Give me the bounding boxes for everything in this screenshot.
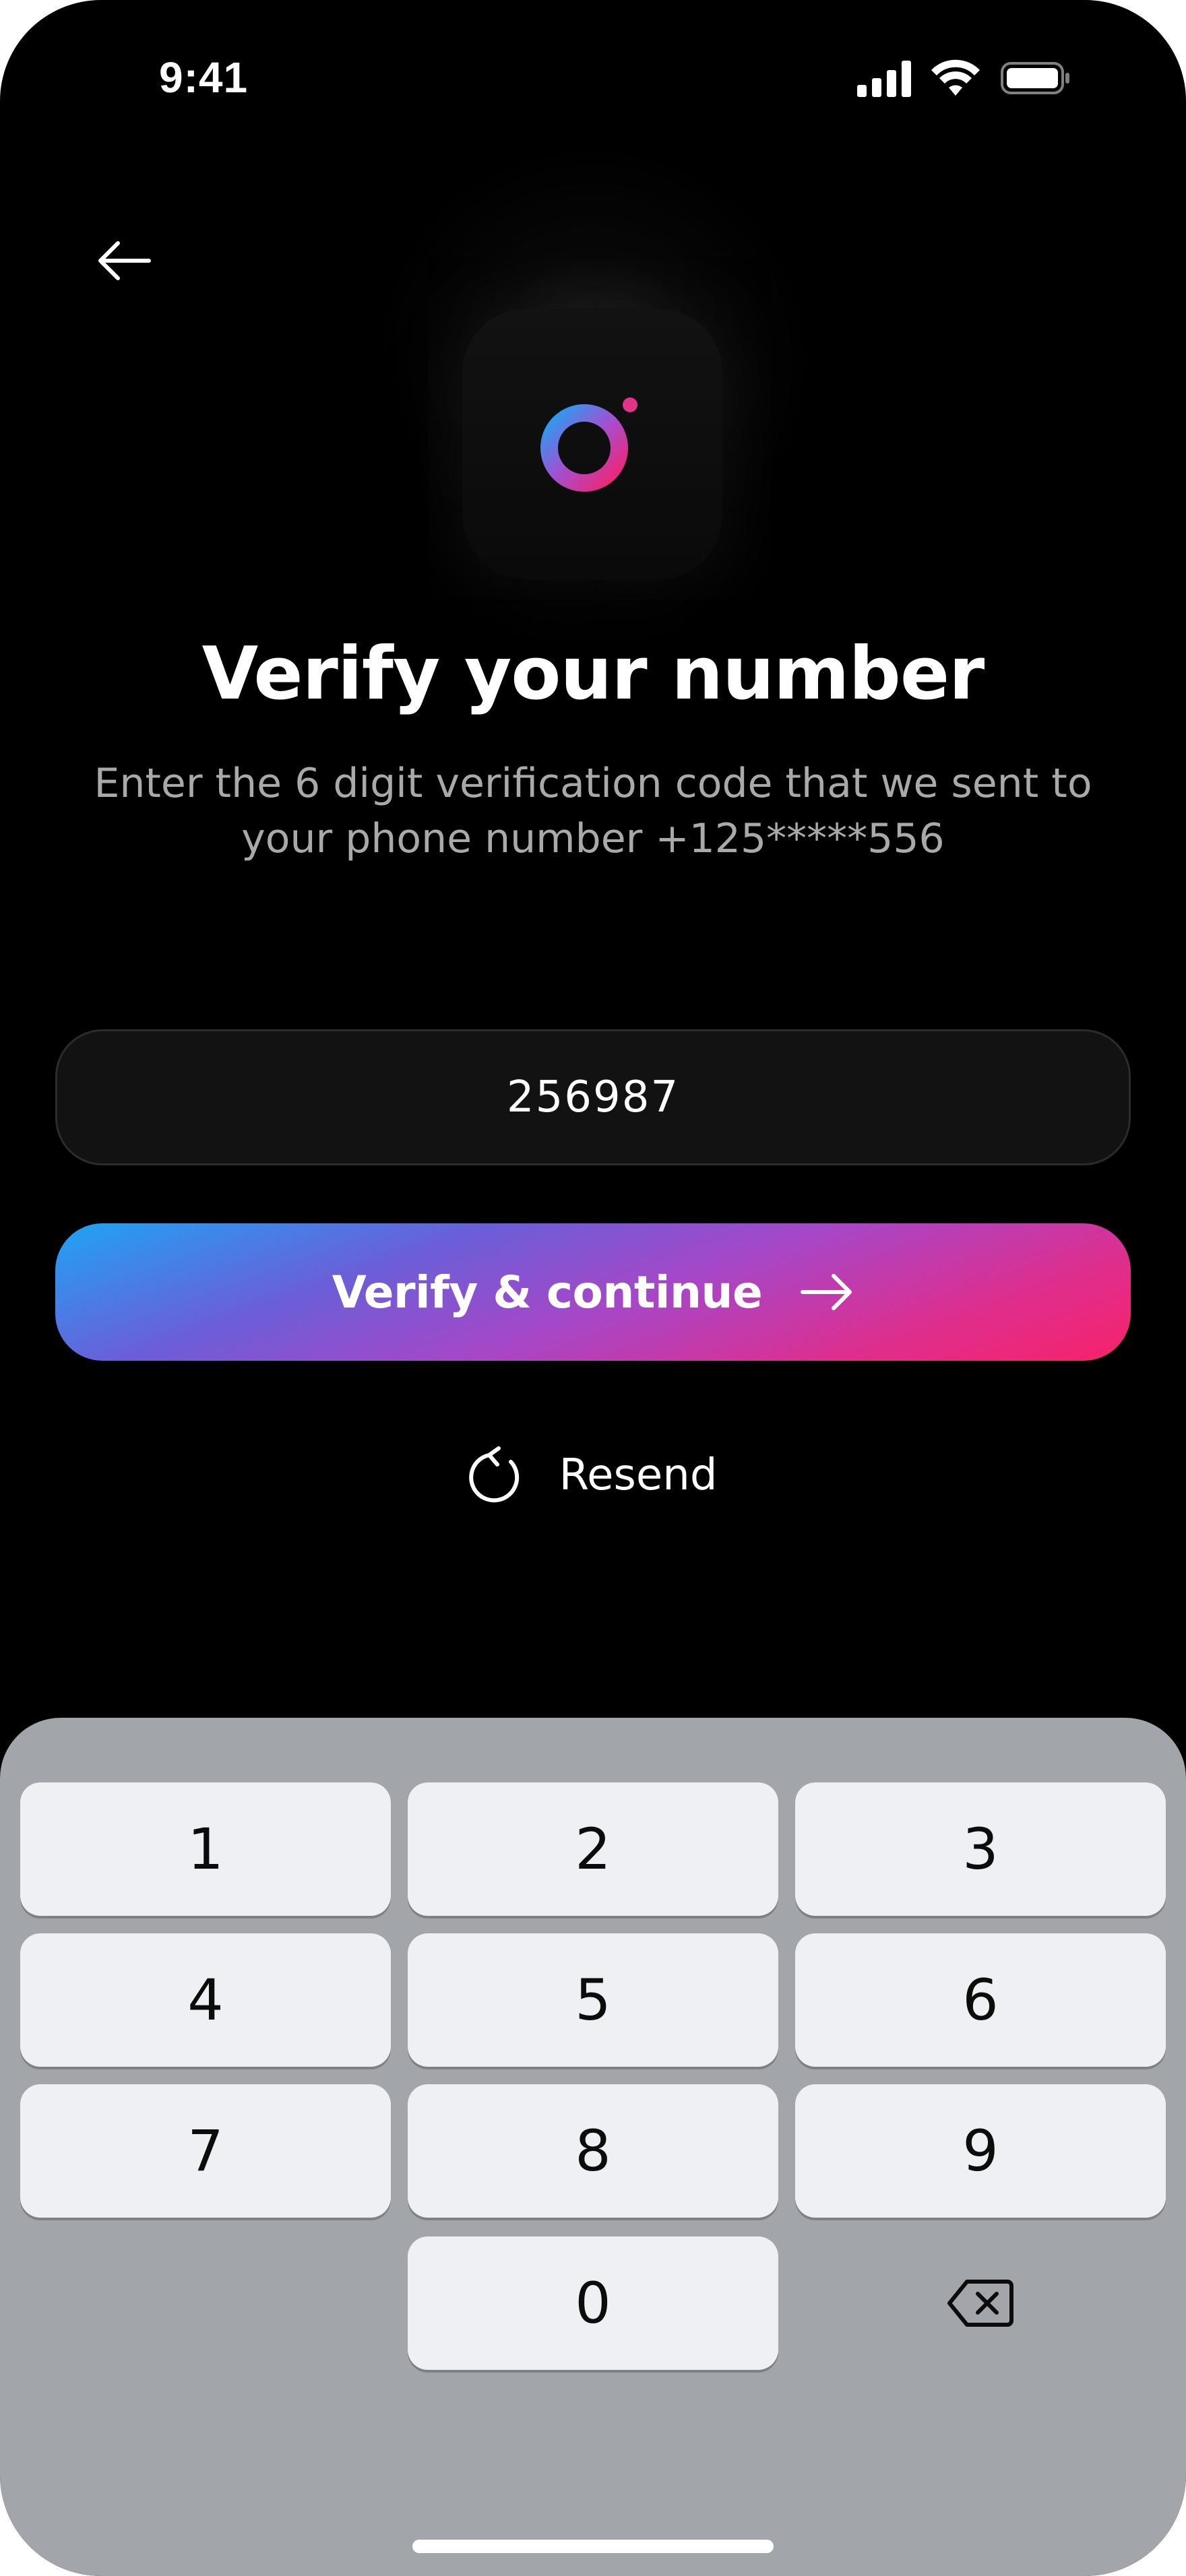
page-subtitle: Enter the 6 digit verification code that… <box>94 760 1092 862</box>
verification-code-input[interactable]: 256987 <box>55 1029 1131 1165</box>
home-indicator[interactable] <box>412 2540 774 2553</box>
arrow-left-icon <box>98 241 151 280</box>
cellular-signal-icon <box>857 61 911 97</box>
resend-label: Resend <box>559 1450 718 1500</box>
page-title: Verify your number <box>201 632 985 716</box>
delete-key[interactable] <box>795 2236 1166 2370</box>
key-8[interactable]: 8 <box>408 2084 778 2218</box>
app-logo-icon <box>540 397 637 493</box>
refresh-icon <box>468 1446 519 1503</box>
key-1[interactable]: 1 <box>20 1782 391 1916</box>
key-9[interactable]: 9 <box>795 2084 1166 2218</box>
battery-icon <box>1001 62 1069 94</box>
key-5[interactable]: 5 <box>408 1933 778 2067</box>
phone-screen: 9:41 Verify your number Enter the 6 digi… <box>0 0 1186 2576</box>
key-2[interactable]: 2 <box>408 1782 778 1916</box>
key-4[interactable]: 4 <box>20 1933 391 2067</box>
wifi-icon <box>931 59 980 96</box>
verify-continue-button[interactable]: Verify & continue <box>55 1223 1131 1361</box>
back-button[interactable] <box>93 230 154 291</box>
key-6[interactable]: 6 <box>795 1933 1166 2067</box>
status-time: 9:41 <box>159 53 249 102</box>
verification-code-value: 256987 <box>506 1072 680 1122</box>
key-0[interactable]: 0 <box>408 2236 778 2370</box>
key-blank <box>20 2236 391 2370</box>
arrow-right-icon <box>801 1274 852 1310</box>
status-icons <box>856 58 1078 98</box>
backspace-icon <box>947 2280 1013 2327</box>
key-7[interactable]: 7 <box>20 2084 391 2218</box>
app-logo <box>462 309 722 579</box>
verify-button-label: Verify & continue <box>332 1266 763 1318</box>
numeric-keypad: 1 2 3 4 5 6 7 8 9 0 <box>0 1718 1186 2576</box>
key-3[interactable]: 3 <box>795 1782 1166 1916</box>
resend-button[interactable]: Resend <box>0 1442 1186 1509</box>
